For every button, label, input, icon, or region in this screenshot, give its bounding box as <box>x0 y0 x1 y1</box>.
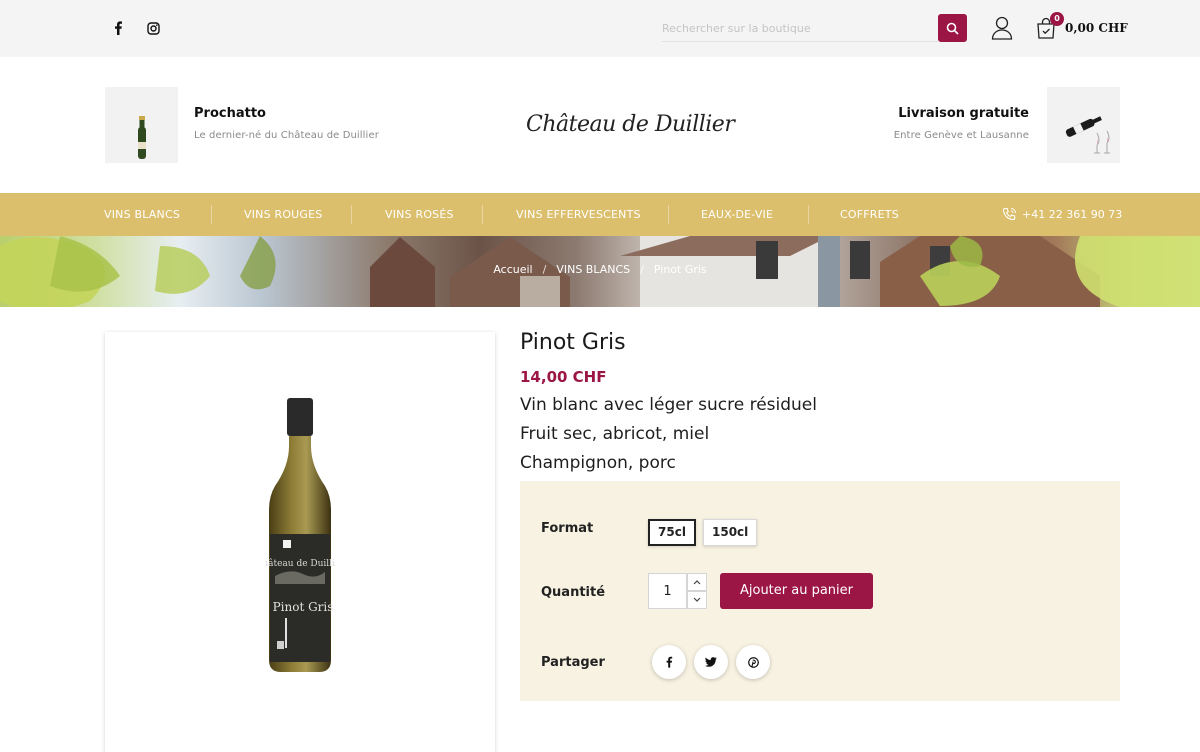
cart-count-badge: 0 <box>1050 12 1064 26</box>
breadcrumb-current: Pinot Gris <box>653 263 707 276</box>
wine-bottle-image: Château de Duillier Pinot Gris <box>265 398 335 672</box>
nav-divider <box>668 205 669 224</box>
left-promo-title[interactable]: Prochatto <box>194 106 266 121</box>
breadcrumb-separator: / <box>542 263 547 276</box>
add-to-cart-button[interactable]: Ajouter au panier <box>720 573 873 609</box>
nav-vins-effervescents[interactable]: VINS EFFERVESCENTS <box>516 193 641 236</box>
search-button[interactable] <box>938 14 967 42</box>
bottle-label-name: Pinot Gris <box>273 600 334 614</box>
product-image-card[interactable]: Château de Duillier Pinot Gris <box>105 332 495 752</box>
nav-vins-blancs[interactable]: VINS BLANCS <box>104 193 180 236</box>
left-promo-subtitle: Le dernier-né du Château de Duillier <box>194 130 379 141</box>
quantity-decrement-button[interactable] <box>687 591 707 609</box>
format-option-150cl[interactable]: 150cl <box>703 519 758 546</box>
phone-icon <box>1002 207 1016 221</box>
wine-bottle-glasses-image <box>1065 116 1110 154</box>
search-input[interactable] <box>662 19 932 37</box>
instagram-icon[interactable] <box>143 18 163 38</box>
nav-eaux-de-vie[interactable]: EAUX-DE-VIE <box>701 193 773 236</box>
nav-coffrets[interactable]: COFFRETS <box>840 193 899 236</box>
top-bar: 0 0,00 CHF <box>0 0 1200 57</box>
product-title: Pinot Gris <box>520 330 626 355</box>
share-pinterest-button[interactable] <box>736 645 770 679</box>
sparkling-bottle-image <box>138 116 146 159</box>
search-icon <box>946 22 959 35</box>
phone-number[interactable]: +41 22 361 90 73 <box>1022 193 1122 236</box>
format-option-75cl[interactable]: 75cl <box>648 519 696 546</box>
prochatto-image[interactable] <box>105 87 178 163</box>
right-promo-title: Livraison gratuite <box>898 106 1029 121</box>
share-twitter-button[interactable] <box>694 645 728 679</box>
account-button[interactable] <box>989 14 1015 42</box>
main-nav: VINS BLANCS VINS ROUGES VINS ROSÉS VINS … <box>0 193 1200 236</box>
search-field <box>662 14 938 42</box>
pinterest-icon <box>747 656 759 668</box>
product-description-line: Vin blanc avec léger sucre résiduel <box>520 395 817 415</box>
format-label: Format <box>541 521 594 536</box>
nav-vins-rouges[interactable]: VINS ROUGES <box>244 193 323 236</box>
product-options-panel: Format 75cl 150cl Quantité Ajouter au pa… <box>520 481 1120 701</box>
breadcrumb: Accueil / VINS BLANCS / Pinot Gris <box>0 263 1200 276</box>
product-description-line: Champignon, porc <box>520 453 676 473</box>
site-logo[interactable]: Château de Duillier <box>526 105 735 145</box>
breadcrumb-separator: / <box>640 263 644 276</box>
nav-divider <box>808 205 809 224</box>
share-facebook-button[interactable] <box>652 645 686 679</box>
nav-divider <box>351 205 352 224</box>
nav-divider <box>211 205 212 224</box>
user-icon <box>991 16 1013 40</box>
product-description-line: Fruit sec, abricot, miel <box>520 424 710 444</box>
nav-vins-roses[interactable]: VINS ROSÉS <box>385 193 454 236</box>
facebook-icon[interactable] <box>108 18 128 38</box>
quantity-input[interactable] <box>648 573 687 609</box>
breadcrumb-category[interactable]: VINS BLANCS <box>556 263 630 276</box>
cart-total: 0,00 CHF <box>1065 21 1128 35</box>
cart-button[interactable]: 0 0,00 CHF <box>1034 12 1128 42</box>
breadcrumb-home[interactable]: Accueil <box>493 263 532 276</box>
bottle-label-brand: Château de Duillier <box>265 558 335 569</box>
share-label: Partager <box>541 655 605 670</box>
chevron-up-icon <box>693 580 701 585</box>
delivery-image <box>1047 87 1120 163</box>
nav-divider <box>482 205 483 224</box>
quantity-increment-button[interactable] <box>687 573 707 591</box>
quantity-label: Quantité <box>541 585 606 600</box>
product-price: 14,00 CHF <box>520 368 607 386</box>
facebook-icon <box>666 656 673 668</box>
twitter-icon <box>705 657 717 667</box>
chevron-down-icon <box>693 597 701 602</box>
right-promo-subtitle: Entre Genève et Lausanne <box>893 130 1029 141</box>
